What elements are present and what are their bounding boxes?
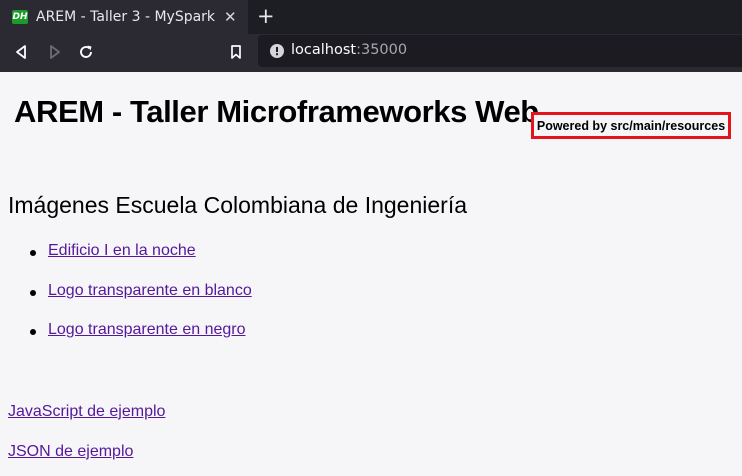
bullet-icon — [30, 250, 36, 256]
url-text[interactable]: localhost:35000 — [291, 42, 407, 58]
powered-by-text: Powered by src/main/resources — [536, 118, 726, 133]
bullet-icon — [30, 290, 36, 296]
back-icon[interactable] — [11, 41, 33, 63]
bookmark-icon[interactable] — [225, 41, 247, 63]
forward-icon[interactable] — [43, 41, 65, 63]
link-logo-negro[interactable]: Logo transparente en negro — [48, 321, 245, 339]
section-heading: Imágenes Escuela Colombiana de Ingenierí… — [8, 192, 468, 218]
new-tab-icon[interactable]: + — [257, 4, 275, 28]
bullet-icon — [30, 329, 36, 335]
tab-strip: DH AREM - Taller 3 - MySpark ✕ + — [0, 0, 742, 34]
javascript-example-link[interactable]: JavaScript de ejemplo — [8, 403, 165, 421]
tab-close-icon[interactable]: ✕ — [224, 8, 237, 26]
browser-tab[interactable]: DH AREM - Taller 3 - MySpark ✕ — [0, 0, 248, 34]
link-edificio-noche[interactable]: Edificio I en la noche — [48, 242, 196, 260]
site-favicon-icon: DH — [12, 10, 28, 24]
page-title: AREM - Taller Microframeworks Web — [14, 94, 539, 129]
powered-by-badge: Powered by src/main/resources — [531, 112, 731, 139]
web-page: AREM - Taller Microframeworks Web Powere… — [0, 72, 742, 476]
link-logo-blanco[interactable]: Logo transparente en blanco — [48, 282, 252, 300]
tab-title: AREM - Taller 3 - MySpark — [36, 9, 216, 25]
reload-icon[interactable] — [75, 41, 97, 63]
json-example-link[interactable]: JSON de ejemplo — [8, 443, 133, 461]
url-port: :35000 — [356, 42, 408, 58]
url-host: localhost — [291, 42, 357, 58]
site-info-icon[interactable] — [270, 44, 284, 63]
